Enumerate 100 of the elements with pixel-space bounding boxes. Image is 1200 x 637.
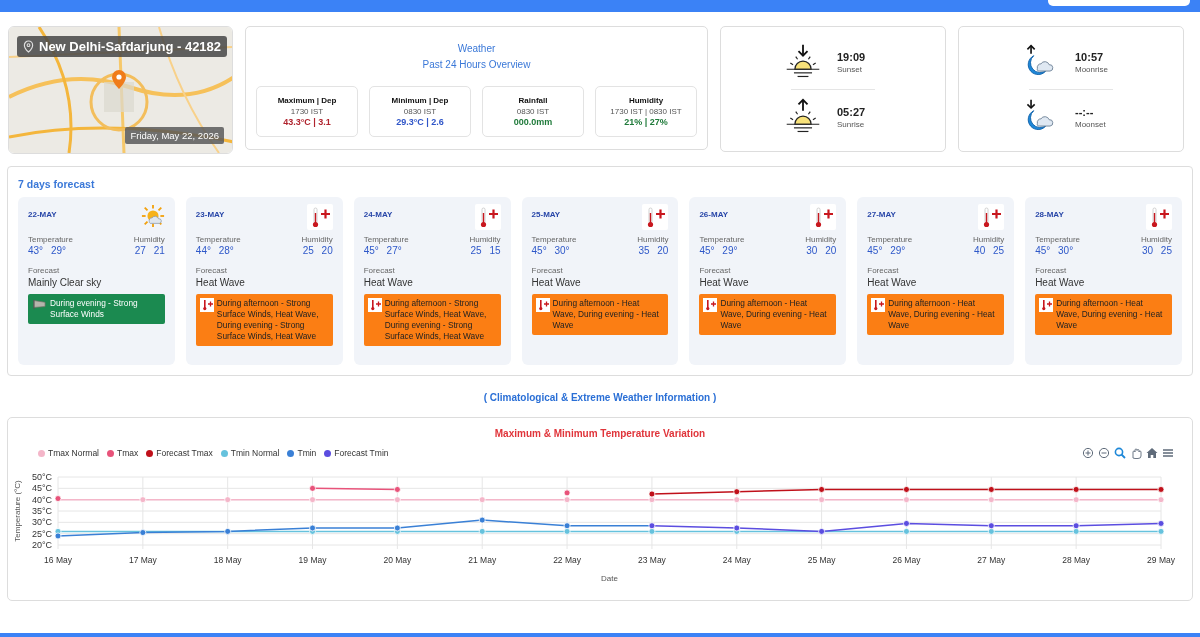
axis-tick-label: 19 May [298,555,327,565]
humidity-label: Humidity [133,234,165,245]
forecast-value: Heat Wave [867,277,918,288]
time-label: Moonrise [1075,65,1109,74]
axis-tick-label: 25 May [807,555,836,565]
temperature-value: 45° 30° [1035,245,1075,257]
humidity-value: 35 20 [638,245,669,257]
temperature-label: Temperature [1035,234,1081,245]
stat-label: Humidity [628,95,664,106]
overview-subtitle: Past 24 Hours Overview [421,58,532,72]
temperature-label: Temperature [699,234,745,245]
axis-tick-label: 27 May [977,555,1006,565]
humidity-label: Humidity [805,234,837,245]
warning-text: During afternoon - Strong Surface Winds, Heat Wave, During evening - Strong Surface Winds, Heat Wave [384,298,488,342]
warning-text: During afternoon - Heat Wave, During evening - Heat Wave [720,298,828,331]
stat-value: 29.3°C | 2.6 [396,117,444,128]
time-value: 10:57 [1075,50,1105,65]
forecast-label: Forecast [28,265,61,276]
temperature-value: 45° 29° [699,245,739,257]
time-label: Sunset [837,65,863,74]
axis-tick-label: 29 May [1147,555,1175,565]
warning-text: During afternoon - Strong Surface Winds, Heat Wave, During evening - Strong Surface Winds, Heat Wave [216,298,320,342]
forecast-label: Forecast [867,265,900,276]
humidity-value: 40 25 [974,245,1005,257]
stat-time: 1730 IST | 0830 IST [610,106,682,117]
axis-title: Temperature (°C) [13,480,22,542]
forecast-value: Heat Wave [1035,277,1086,288]
humidity-label: Humidity [637,234,669,245]
humidity-value: 25 20 [302,245,333,257]
forecast-label: Forecast [363,265,396,276]
humidity-label: Humidity [1140,234,1172,245]
humidity-label: Humidity [469,234,501,245]
temperature-value: 45° 30° [531,245,571,257]
time-value: --:-- [1075,105,1095,120]
humidity-value: 30 25 [1141,245,1172,257]
warning-text: During afternoon - Heat Wave, During evening - Heat Wave [888,298,996,331]
time-label: Sunrise [837,120,866,129]
stat-value: 43.3°C | 3.1 [283,117,331,128]
humidity-value: 27 21 [134,245,165,257]
stat-time: 1730 IST [290,106,324,117]
section-title: 7 days forecast [18,178,96,190]
stat-label: Maximum | Dep [277,95,337,106]
day-date: 27-MAY [867,210,896,219]
day-date: 28-MAY [1035,210,1064,219]
axis-tick-label: 17 May [128,555,157,565]
stat-value: 000.0mm [513,117,553,128]
axis-tick-label: 23 May [638,555,666,565]
humidity-label: Humidity [301,234,333,245]
day-date: 24-MAY [363,210,393,219]
chart-title: Maximum & Minimum Temperature Variation [493,428,707,439]
stat-time: 0830 IST [516,106,550,117]
axis-tick-label: 20 May [383,555,412,565]
axis-tick-label: 18 May [213,555,242,565]
axis-tick-label: 30°C [31,517,52,528]
time-label: Moonset [1075,120,1107,129]
forecast-label: Forecast [699,265,732,276]
axis-tick-label: 45°C [31,483,52,494]
stat-label: Rainfall [518,95,548,106]
temperature-label: Temperature [531,234,577,245]
humidity-label: Humidity [973,234,1005,245]
forecast-value: Heat Wave [363,277,414,288]
axis-tick-label: 20°C [31,540,52,550]
axis-tick-label: 50°C [31,472,52,482]
axis-tick-label: 16 May [44,555,72,565]
humidity-value: 30 20 [806,245,837,257]
temperature-label: Temperature [28,234,73,245]
day-date: 26-MAY [699,210,729,219]
temperature-label: Temperature [363,234,409,245]
date-label: Friday, May 22, 2026 [125,127,224,144]
axis-tick-label: 25°C [31,528,52,539]
axis-tick-label: 22 May [553,555,581,565]
axis-tick-label: 28 May [1062,555,1091,565]
temperature-value: 45° 27° [363,245,403,257]
temperature-label: Temperature [867,234,913,245]
stat-time: 0830 IST [403,106,437,117]
temperature-value: 44° 28° [195,245,235,257]
temperature-value: 45° 29° [867,245,907,257]
time-value: 05:27 [837,105,867,120]
stat-label: Minimum | Dep [391,95,449,106]
forecast-value: Heat Wave [699,277,750,288]
temperature-label: Temperature [195,234,241,245]
axis-tick-label: 21 May [468,555,497,565]
forecast-value: Mainly Clear sky [28,277,103,288]
day-date: 22-MAY [28,210,57,219]
axis-tick-label: 24 May [722,555,751,565]
warning-text: During afternoon - Heat Wave, During evening - Heat Wave [552,298,660,331]
time-value: 19:09 [837,50,867,65]
forecast-value: Heat Wave [531,277,582,288]
overview-title: Weather [456,42,497,56]
forecast-value: Heat Wave [195,277,246,288]
day-date: 23-MAY [195,210,225,219]
forecast-label: Forecast [531,265,564,276]
temperature-value: 43° 29° [28,245,68,257]
warning-text: During evening - Strong Surface Winds [50,298,139,320]
forecast-label: Forecast [1035,265,1068,276]
axis-tick-label: 26 May [892,555,921,565]
forecast-label: Forecast [195,265,228,276]
warning-text: During afternoon - Heat Wave, During evening - Heat Wave [1056,298,1164,331]
axis-title: Date [601,574,618,583]
stat-value: 21% | 27% [624,117,668,128]
